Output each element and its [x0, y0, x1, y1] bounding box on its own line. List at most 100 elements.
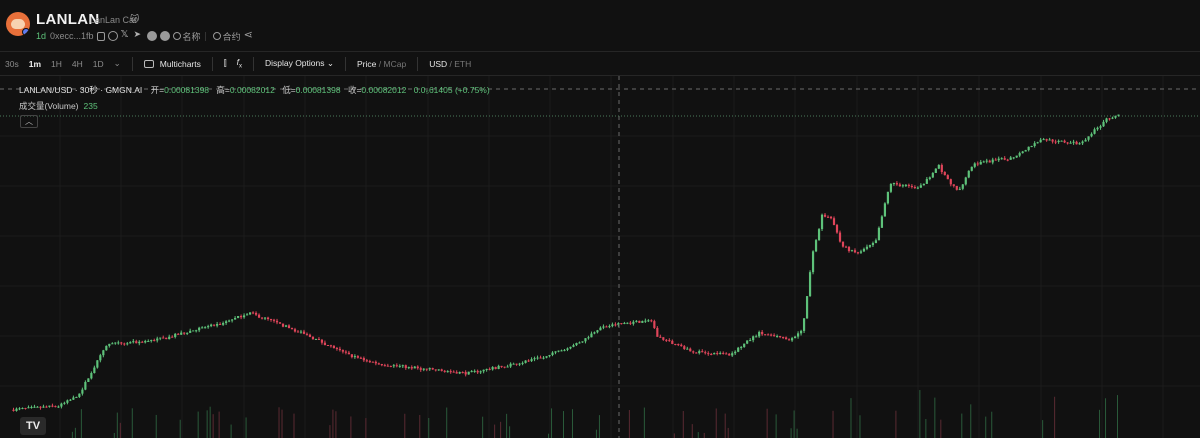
search-name-link[interactable]: 名称 [183, 30, 201, 43]
candle-body [1096, 127, 1099, 130]
open-label: 开= [150, 85, 165, 95]
copy-icon[interactable] [96, 31, 105, 41]
candle-body [488, 368, 491, 370]
candle-body [452, 371, 455, 373]
candle-body [434, 369, 437, 371]
candle-body [1051, 139, 1054, 142]
candle-body [997, 158, 1000, 161]
candle-body [521, 362, 524, 364]
interval-30s[interactable]: 30s [0, 59, 24, 69]
twitter-x-icon[interactable] [121, 29, 131, 41]
search-contract-link[interactable]: 合约 [223, 30, 241, 43]
candle-body [1102, 121, 1105, 127]
display-options-button[interactable]: Display Options ⌄ [260, 58, 339, 69]
volume-bar [790, 428, 792, 438]
price-toggle[interactable]: Price [357, 59, 376, 69]
candle-body [653, 321, 656, 328]
currency-toggle[interactable]: USD / ETH [424, 59, 476, 69]
multicharts-button[interactable]: Multicharts [139, 59, 206, 69]
candle-body [51, 405, 54, 407]
candle-body [284, 325, 288, 327]
interval-1m[interactable]: 1m [24, 59, 46, 69]
candle-body [904, 184, 907, 186]
candle-body [1033, 143, 1036, 147]
candle-body [27, 407, 30, 409]
mcap-toggle[interactable]: MCap [384, 59, 407, 69]
candle-body [901, 185, 904, 187]
volume-bar [212, 414, 214, 438]
interval-1h[interactable]: 1H [46, 59, 67, 69]
volume-bar [155, 414, 157, 438]
candle-body [248, 312, 252, 315]
candle-body [296, 331, 300, 333]
candle-body [1021, 151, 1024, 154]
candle-body [458, 372, 461, 374]
candle-body [802, 318, 806, 331]
telegram-icon[interactable] [134, 29, 144, 41]
explorer-icon[interactable] [146, 31, 157, 41]
volume-bar [113, 432, 115, 438]
collapse-legend-chevron-up-icon[interactable]: ︿ [20, 115, 38, 128]
candle-body [132, 341, 135, 343]
candle-body [982, 161, 985, 163]
candle-body [374, 361, 377, 364]
search-contract-icon[interactable] [212, 32, 221, 40]
high-label: 高= [216, 85, 230, 95]
candle-body [620, 323, 623, 325]
candle-body [1027, 146, 1030, 151]
candle-body [455, 372, 458, 374]
candle-body [263, 317, 267, 319]
candle-body [443, 370, 446, 372]
volume-value: 235 [83, 101, 98, 111]
candle-body [629, 322, 632, 324]
candle-body [314, 338, 318, 340]
candle-body [575, 343, 578, 346]
candle-body [680, 344, 683, 347]
candle-body [838, 232, 842, 242]
price-chart[interactable] [0, 76, 1200, 438]
candle-body [425, 368, 428, 370]
candle-body [168, 336, 171, 340]
candle-body [45, 406, 48, 408]
candle-body [581, 341, 584, 343]
candle-body [141, 341, 144, 343]
share-icon[interactable] [244, 28, 254, 41]
candle-body [829, 216, 833, 219]
candle-body [281, 323, 285, 327]
usd-toggle[interactable]: USD [429, 59, 447, 69]
interval-4h[interactable]: 4H [67, 59, 88, 69]
candle-body [138, 341, 141, 344]
price-mcap-toggle[interactable]: Price / MCap [352, 59, 411, 69]
candle-body [713, 353, 716, 355]
interval-1d[interactable]: 1D [88, 59, 109, 69]
dex-icon[interactable] [159, 31, 170, 41]
contract-address[interactable]: 0xecc...1fb [50, 31, 94, 41]
candle-body [898, 184, 901, 187]
candle-body [841, 241, 845, 247]
eth-toggle[interactable]: ETH [454, 59, 471, 69]
candle-body [994, 159, 997, 161]
candle-body [704, 352, 707, 354]
candle-body [368, 361, 371, 363]
candle-body [1057, 140, 1060, 143]
indicators-fx-icon[interactable]: fx [232, 57, 247, 70]
candle-style-icon[interactable]: ⫿ [219, 58, 232, 69]
candle-body [338, 348, 342, 351]
volume-label: 成交量(Volume) [19, 101, 79, 111]
candle-body [485, 368, 488, 370]
candle-body [254, 312, 258, 315]
website-icon[interactable] [107, 31, 118, 41]
candle-body [641, 320, 644, 323]
candle-body [991, 159, 994, 163]
interval-dropdown-chevron-icon[interactable]: ⌄ [109, 58, 126, 69]
candle-body [943, 172, 946, 176]
candle-body [1036, 142, 1039, 144]
candle-body [482, 369, 485, 372]
tradingview-logo[interactable]: TV [20, 417, 46, 435]
candle-body [78, 393, 81, 397]
candle-body [341, 350, 344, 352]
search-icon[interactable] [172, 32, 181, 40]
volume-bar [509, 426, 511, 438]
candle-body [1069, 142, 1072, 144]
candle-body [976, 163, 979, 165]
